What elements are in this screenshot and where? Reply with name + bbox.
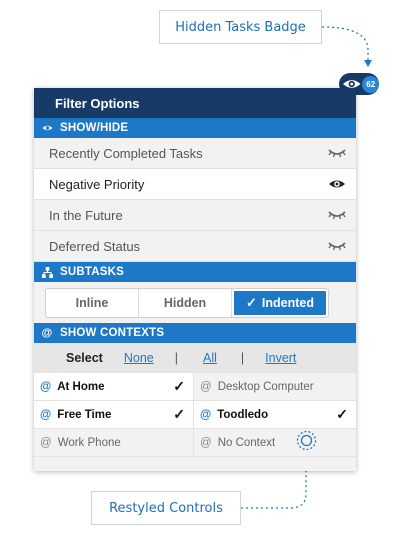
eye-closed-icon[interactable] <box>328 240 346 252</box>
at-icon: @ <box>40 380 52 393</box>
context-select-row: Select None | All | Invert <box>34 343 356 373</box>
hierarchy-icon <box>41 266 53 278</box>
at-icon: @ <box>200 436 212 449</box>
context-label: Toodledo <box>217 408 269 421</box>
context-at-home[interactable]: @ At Home ✓ <box>34 373 194 401</box>
subtasks-indented-button[interactable]: ✓ Indented <box>232 288 328 317</box>
check-icon: ✓ <box>246 294 257 310</box>
row-label: In the Future <box>49 207 123 223</box>
row-label: Negative Priority <box>49 176 145 192</box>
at-icon: @ <box>200 408 212 421</box>
section-title: SHOW/HIDE <box>60 122 129 134</box>
context-label: At Home <box>57 380 105 393</box>
section-title: SUBTASKS <box>60 266 125 278</box>
focus-ring-highlight <box>296 430 317 451</box>
context-free-time[interactable]: @ Free Time ✓ <box>34 401 194 429</box>
select-all-link[interactable]: All <box>203 351 217 365</box>
button-label: Hidden <box>163 295 207 310</box>
show-contexts-header: @ SHOW CONTEXTS <box>34 323 356 343</box>
separator: | <box>174 351 178 365</box>
row-label: Recently Completed Tasks <box>49 145 203 161</box>
callout-label: Hidden Tasks Badge <box>175 19 306 35</box>
section-title: SHOW CONTEXTS <box>60 327 165 339</box>
hidden-count: 62 <box>362 75 379 93</box>
show-row-in-the-future[interactable]: In the Future <box>34 200 356 231</box>
context-toodledo[interactable]: @ Toodledo ✓ <box>194 401 356 429</box>
row-label: Deferred Status <box>49 238 141 254</box>
callout-label: Restyled Controls <box>109 500 223 516</box>
check-icon: ✓ <box>173 378 185 394</box>
button-label: Inline <box>75 295 109 310</box>
filter-options-panel: Filter Options SHOW/HIDE Recently Comple… <box>34 88 356 471</box>
eye-closed-icon[interactable] <box>328 147 346 159</box>
at-icon: @ <box>40 408 52 421</box>
subtasks-control: Inline Hidden ✓ Indented <box>34 282 356 323</box>
show-hide-header: SHOW/HIDE <box>34 118 356 138</box>
eye-closed-icon[interactable] <box>328 209 346 221</box>
select-label: Select <box>66 351 103 365</box>
at-icon: @ <box>200 380 212 393</box>
context-desktop-computer[interactable]: @ Desktop Computer <box>194 373 356 401</box>
button-label: Indented <box>261 295 314 310</box>
eye-icon[interactable] <box>328 178 346 190</box>
subtasks-segmented-control: Inline Hidden ✓ Indented <box>45 287 329 318</box>
show-row-deferred-status[interactable]: Deferred Status <box>34 231 356 262</box>
check-icon: ✓ <box>173 406 185 422</box>
context-work-phone[interactable]: @ Work Phone <box>34 429 194 457</box>
at-icon: @ <box>41 327 53 339</box>
context-no-context[interactable]: @ No Context <box>194 429 356 457</box>
context-label: Free Time <box>57 408 112 421</box>
select-invert-link[interactable]: Invert <box>265 351 296 365</box>
hidden-tasks-badge-callout: Hidden Tasks Badge <box>159 10 322 44</box>
select-none-link[interactable]: None <box>124 351 154 365</box>
show-row-recently-completed[interactable]: Recently Completed Tasks <box>34 138 356 169</box>
panel-title: Filter Options <box>34 88 356 118</box>
show-row-negative-priority[interactable]: Negative Priority <box>34 169 356 200</box>
at-icon: @ <box>40 436 52 449</box>
context-label: Desktop Computer <box>217 380 314 393</box>
eye-icon <box>41 122 53 134</box>
check-icon: ✓ <box>336 406 348 422</box>
restyled-controls-callout: Restyled Controls <box>91 491 241 525</box>
subtasks-header: SUBTASKS <box>34 262 356 282</box>
subtasks-inline-button[interactable]: Inline <box>46 288 139 317</box>
context-label: Work Phone <box>57 436 121 449</box>
context-label: No Context <box>217 436 276 449</box>
subtasks-hidden-button[interactable]: Hidden <box>139 288 232 317</box>
separator: | <box>240 351 245 365</box>
